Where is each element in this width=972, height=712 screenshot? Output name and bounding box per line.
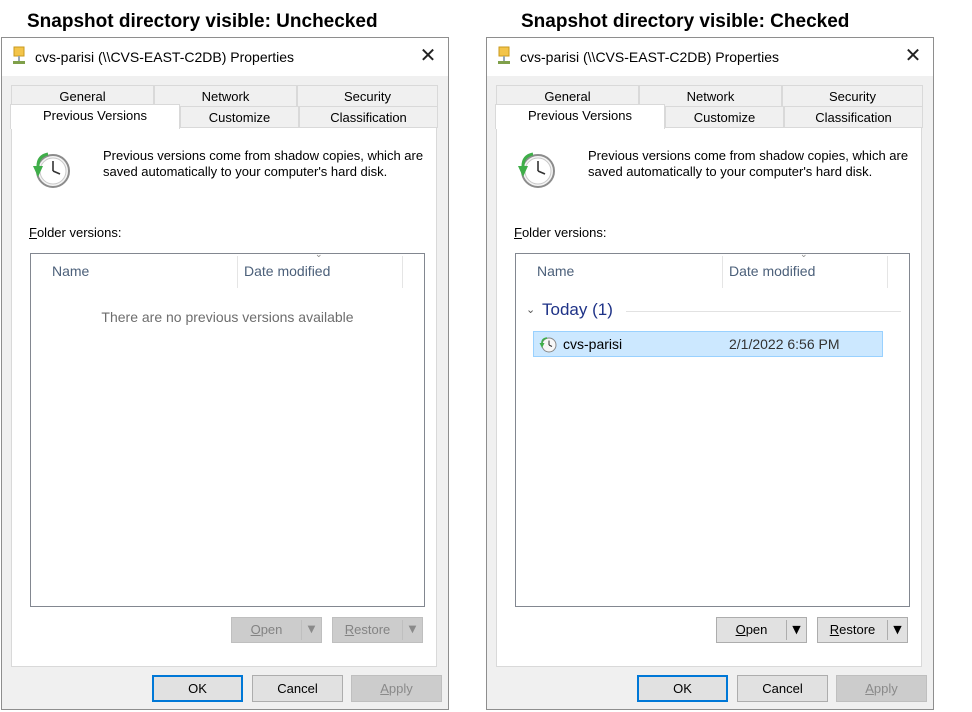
open-button[interactable]: Open ▼ <box>231 617 322 643</box>
group-header-today[interactable]: Today (1) <box>542 300 613 320</box>
tab-customize[interactable]: Customize <box>180 106 299 128</box>
cancel-button[interactable]: Cancel <box>252 675 343 702</box>
open-dropdown-arrow-icon[interactable]: ▼ <box>302 618 321 642</box>
properties-dialog-checked: cvs-parisi (\\CVS-EAST-C2DB) Properties … <box>486 37 934 710</box>
tab-classification[interactable]: Classification <box>784 106 923 128</box>
column-header-name[interactable]: Name <box>31 254 238 288</box>
info-text: Previous versions come from shadow copie… <box>588 148 909 179</box>
sort-indicator-icon: ⌄ <box>315 253 323 260</box>
ok-button[interactable]: OK <box>637 675 728 702</box>
folder-versions-list[interactable]: Name Date modified ⌄ There are no previo… <box>30 253 425 607</box>
network-folder-icon <box>498 46 510 64</box>
column-separator[interactable] <box>887 256 888 288</box>
tab-security[interactable]: Security <box>782 85 923 107</box>
group-divider <box>626 311 901 312</box>
tab-security[interactable]: Security <box>297 85 438 107</box>
previous-versions-panel: Previous versions come from shadow copie… <box>496 127 922 667</box>
previous-version-clock-icon <box>539 337 557 353</box>
item-name: cvs-parisi <box>563 336 623 352</box>
properties-dialog-unchecked: cvs-parisi (\\CVS-EAST-C2DB) Properties … <box>1 37 449 710</box>
group-collapse-chevron-icon[interactable]: ⌄ <box>526 303 535 316</box>
title-bar: cvs-parisi (\\CVS-EAST-C2DB) Properties … <box>487 38 933 76</box>
dialog-title: cvs-parisi (\\CVS-EAST-C2DB) Properties <box>35 49 295 65</box>
column-separator[interactable] <box>402 256 403 288</box>
title-bar: cvs-parisi (\\CVS-EAST-C2DB) Properties … <box>2 38 448 76</box>
open-dropdown-arrow-icon[interactable]: ▼ <box>787 618 806 642</box>
ok-button[interactable]: OK <box>152 675 243 702</box>
previous-versions-clock-icon <box>518 152 555 188</box>
folder-versions-label: Folder versions: <box>29 225 122 240</box>
tab-previous-versions[interactable]: Previous Versions <box>495 104 665 129</box>
list-item[interactable]: cvs-parisi 2/1/2022 6:56 PM <box>533 331 883 357</box>
caption-checked: Snapshot directory visible: Checked <box>521 11 850 32</box>
restore-button[interactable]: Restore ▼ <box>817 617 908 643</box>
network-folder-icon <box>13 46 25 64</box>
previous-versions-panel: Previous versions come from shadow copie… <box>11 127 437 667</box>
tab-classification[interactable]: Classification <box>299 106 438 128</box>
tab-previous-versions[interactable]: Previous Versions <box>10 104 180 129</box>
apply-button[interactable]: Apply <box>836 675 927 702</box>
folder-versions-label: Folder versions: <box>514 225 607 240</box>
info-text: Previous versions come from shadow copie… <box>103 148 424 179</box>
close-button[interactable]: ✕ <box>416 44 440 68</box>
item-date-modified: 2/1/2022 6:56 PM <box>729 336 840 352</box>
column-header-date-modified[interactable]: Date modified <box>223 254 403 288</box>
restore-dropdown-arrow-icon[interactable]: ▼ <box>888 618 907 642</box>
tab-customize[interactable]: Customize <box>665 106 784 128</box>
restore-button[interactable]: Restore ▼ <box>332 617 423 643</box>
restore-dropdown-arrow-icon[interactable]: ▼ <box>403 618 422 642</box>
empty-list-message: There are no previous versions available <box>101 309 354 325</box>
dialog-title: cvs-parisi (\\CVS-EAST-C2DB) Properties <box>520 49 780 65</box>
open-button[interactable]: Open ▼ <box>716 617 807 643</box>
caption-unchecked: Snapshot directory visible: Unchecked <box>27 11 378 32</box>
apply-button[interactable]: Apply <box>351 675 442 702</box>
close-button[interactable]: ✕ <box>901 44 925 68</box>
previous-versions-clock-icon <box>33 152 70 188</box>
column-header-date-modified[interactable]: Date modified <box>708 254 888 288</box>
cancel-button[interactable]: Cancel <box>737 675 828 702</box>
folder-versions-list[interactable]: Name Date modified ⌄ ⌄ Today (1) cvs-par… <box>515 253 910 607</box>
column-header-name[interactable]: Name <box>516 254 723 288</box>
sort-indicator-icon: ⌄ <box>800 253 808 260</box>
